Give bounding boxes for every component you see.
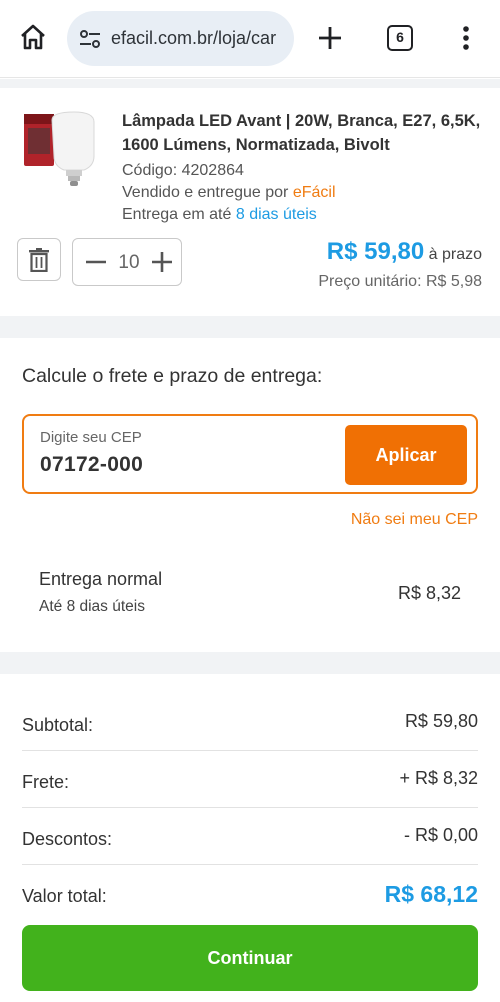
total-label: Valor total:	[22, 886, 107, 906]
browser-toolbar: efacil.com.br/loja/car 6	[0, 0, 500, 78]
subtotal-row: Subtotal: R$ 59,80	[22, 694, 478, 751]
freight-label: Frete:	[22, 772, 70, 792]
order-summary: Subtotal: R$ 59,80 Frete: + R$ 8,32 Desc…	[0, 674, 500, 1002]
continue-button[interactable]: Continuar	[22, 925, 478, 991]
url-text: efacil.com.br/loja/car	[111, 28, 277, 48]
subtotal-label: Subtotal:	[22, 715, 94, 735]
subtotal-value: R$ 59,80	[404, 711, 478, 731]
discount-value: - R$ 0,00	[403, 825, 478, 845]
total-value: R$ 68,12	[384, 881, 478, 907]
item-price: R$ 59,80 à prazo	[327, 238, 482, 266]
quantity-stepper: 10	[72, 238, 182, 286]
delivery-days: 8 dias úteis	[235, 206, 317, 223]
tab-switcher-icon[interactable]: 6	[387, 25, 413, 51]
apply-button[interactable]: Aplicar	[345, 425, 467, 485]
site-settings-icon[interactable]	[79, 28, 101, 50]
quantity-value[interactable]: 10	[111, 252, 147, 274]
cep-label: Digite seu CEP	[40, 429, 142, 446]
product-code: Código: 4202864	[122, 162, 244, 179]
unknown-cep-link[interactable]: Não sei meu CEP	[351, 511, 478, 529]
freight-value: + R$ 8,32	[399, 768, 478, 788]
more-vert-icon[interactable]	[455, 24, 477, 52]
address-bar[interactable]: efacil.com.br/loja/car	[67, 11, 294, 66]
delivery-label: Entrega em até	[122, 206, 236, 223]
cep-input[interactable]: 07172-000	[40, 453, 143, 477]
price-terms: à prazo	[424, 246, 482, 263]
plus-icon[interactable]	[316, 24, 344, 52]
freight-title: Calcule o frete e prazo de entrega:	[22, 365, 323, 387]
seller-name: eFácil	[292, 184, 336, 201]
discount-label: Descontos:	[22, 829, 113, 849]
cart-item: Lâmpada LED Avant | 20W, Branca, E27, 6,…	[0, 88, 500, 316]
separator	[0, 316, 500, 338]
cep-field[interactable]: Digite seu CEP 07172-000 Aplicar	[22, 414, 478, 494]
separator	[0, 79, 500, 88]
sold-by-label: Vendido e entregue por	[122, 184, 293, 201]
freight-calculator: Calcule o frete e prazo de entrega: Digi…	[0, 338, 500, 652]
item-price-value: R$ 59,80	[326, 238, 425, 265]
delivery-estimate: Entrega em até 8 dias úteis	[122, 206, 317, 224]
shipping-option-days: Até 8 dias úteis	[39, 598, 145, 615]
discount-row: Descontos: - R$ 0,00	[22, 808, 478, 865]
product-title[interactable]: Lâmpada LED Avant | 20W, Branca, E27, 6,…	[122, 109, 482, 157]
freight-row: Frete: + R$ 8,32	[22, 751, 478, 808]
product-image[interactable]	[22, 110, 102, 190]
minus-icon[interactable]	[83, 249, 109, 275]
total-row: Valor total: R$ 68,12	[22, 865, 478, 922]
remove-item-button[interactable]	[17, 238, 61, 281]
trash-icon	[29, 248, 49, 272]
plus-icon[interactable]	[149, 249, 175, 275]
separator	[0, 652, 500, 674]
unit-price: Preço unitário: R$ 5,98	[318, 273, 482, 290]
shipping-option-name: Entrega normal	[39, 569, 163, 589]
home-icon[interactable]	[18, 22, 48, 52]
shipping-option-price: R$ 8,32	[397, 583, 461, 603]
sold-by: Vendido e entregue por eFácil	[122, 184, 336, 202]
